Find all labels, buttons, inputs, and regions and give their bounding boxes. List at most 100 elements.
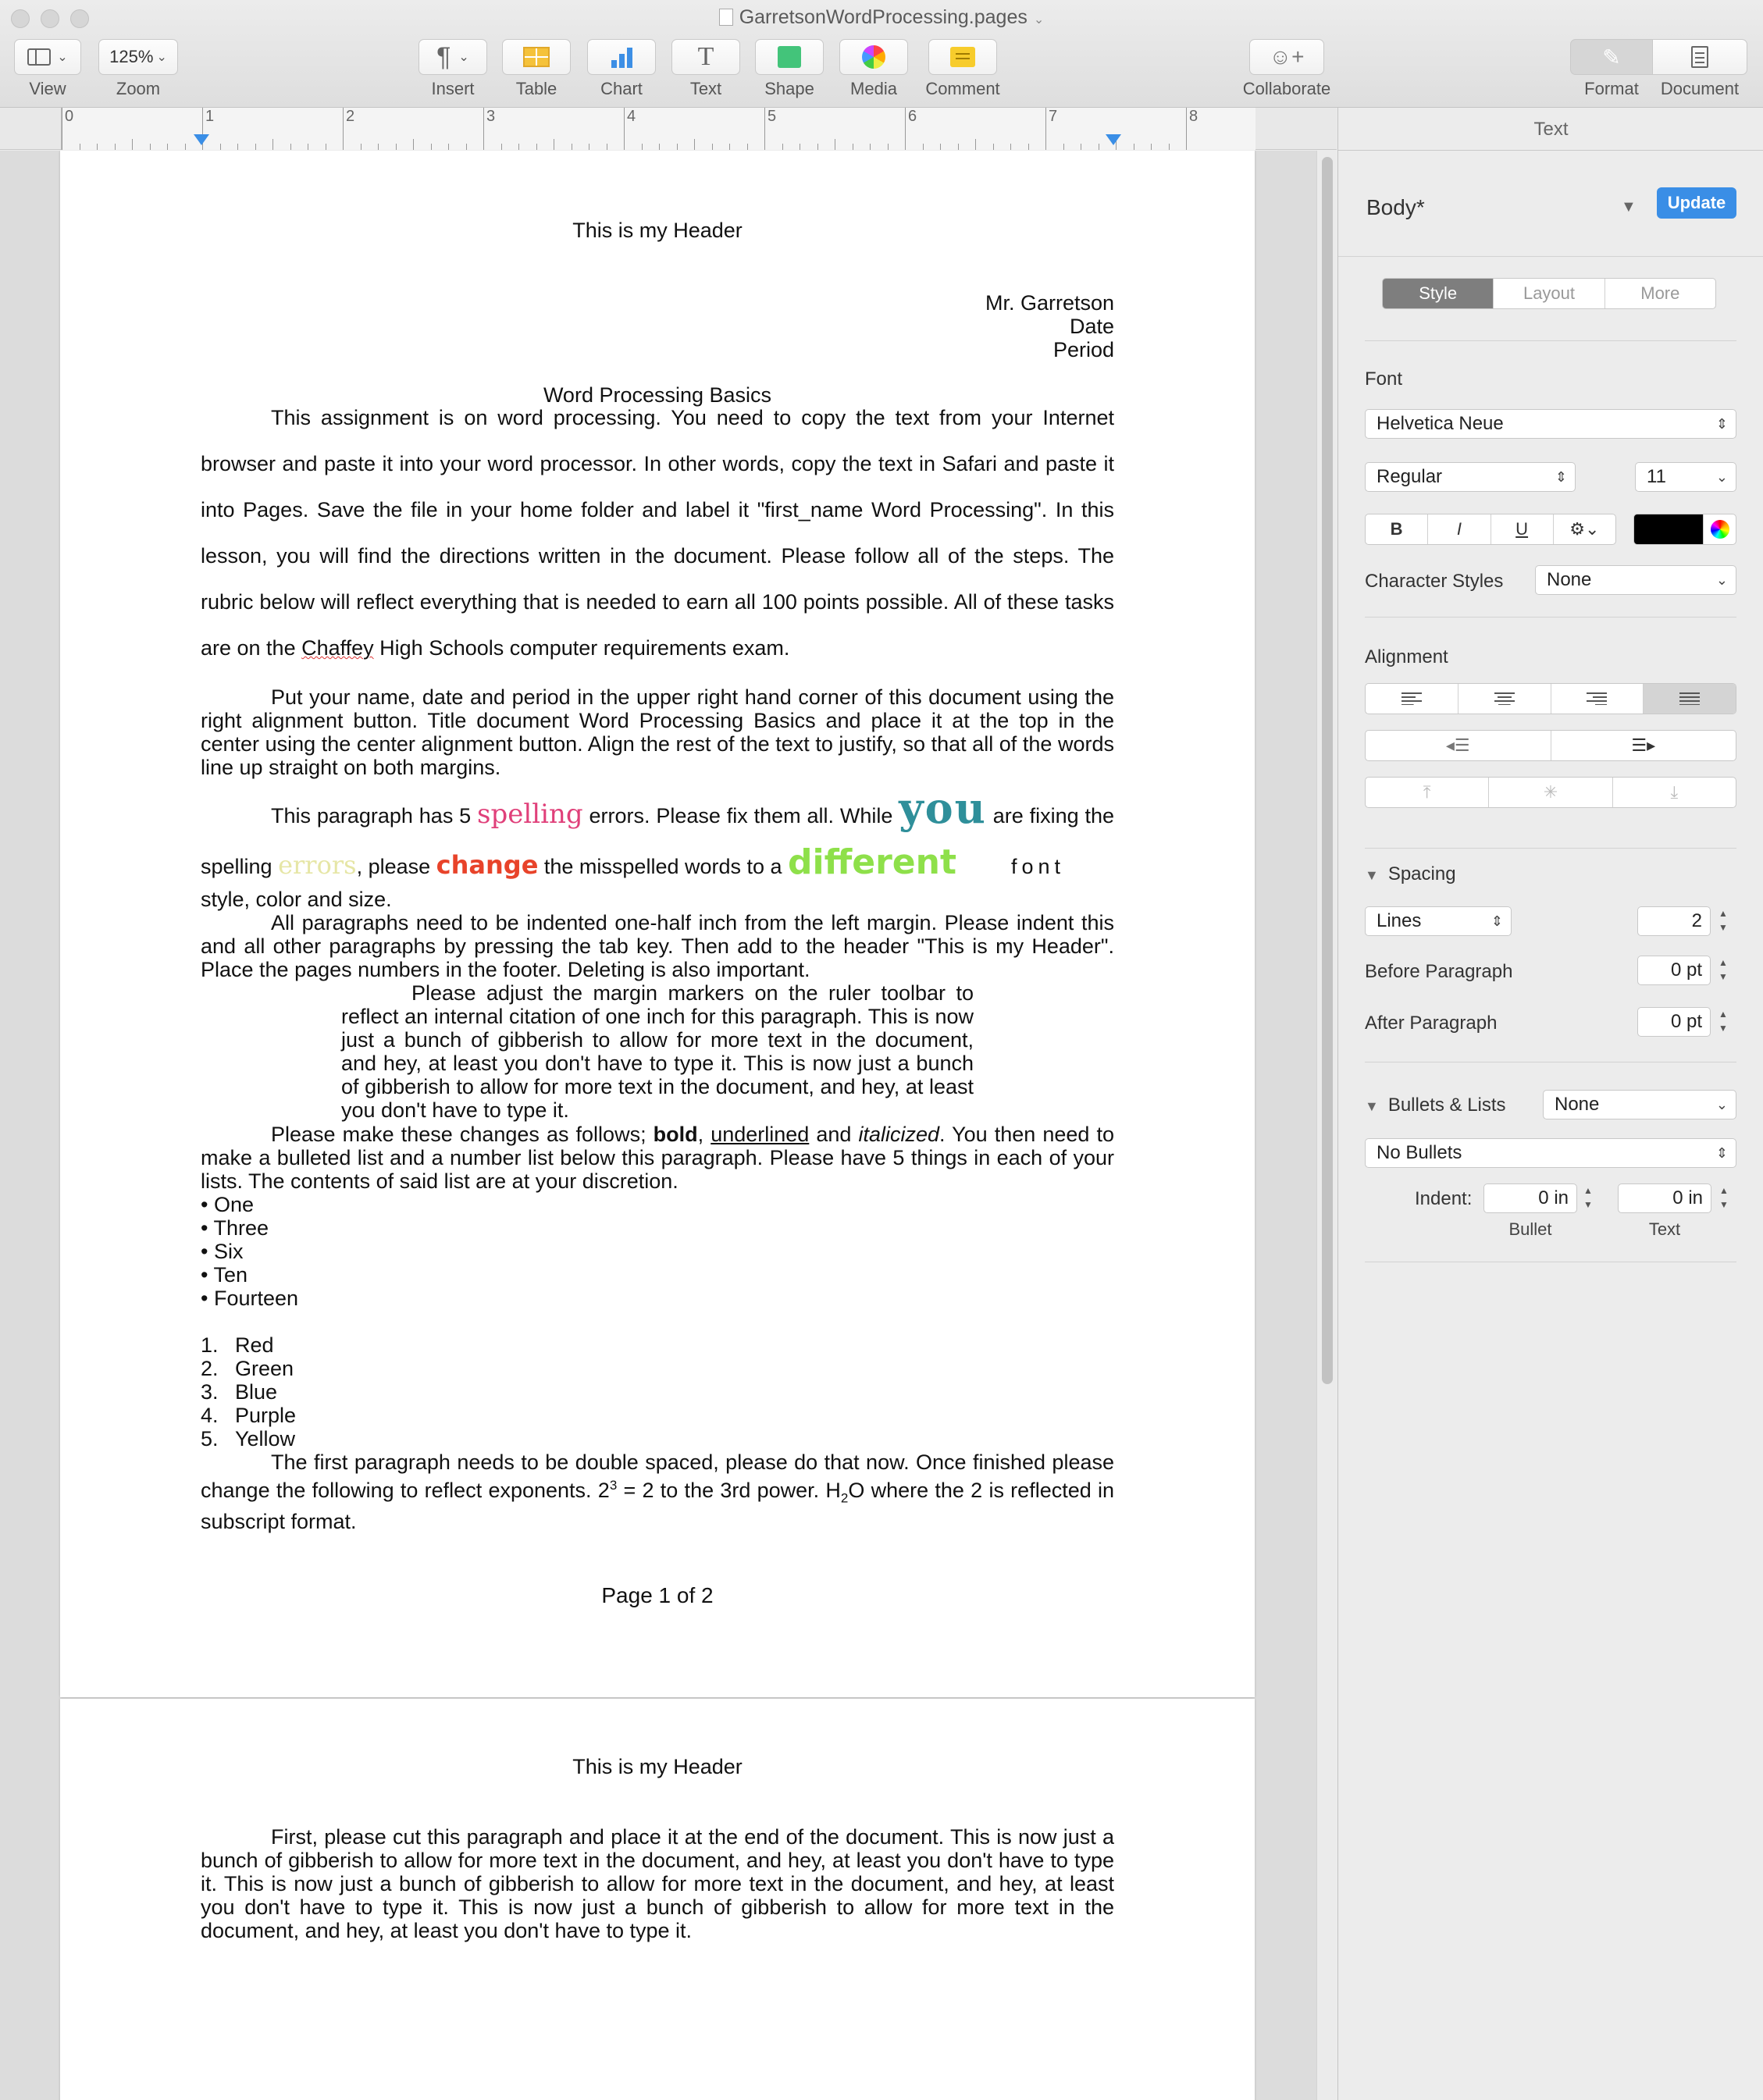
- paragraph-1[interactable]: This assignment is on word processing. Y…: [201, 395, 1114, 671]
- after-paragraph-stepper[interactable]: ▲ ▼: [1717, 1007, 1729, 1037]
- view-button[interactable]: ⌄: [14, 39, 81, 75]
- font-family-select[interactable]: Helvetica Neue ⇕: [1365, 409, 1736, 439]
- document-canvas[interactable]: This is my Header Mr. Garretson Date Per…: [0, 151, 1337, 2100]
- scrollbar-thumb[interactable]: [1322, 157, 1333, 1384]
- text-box-button[interactable]: T: [671, 39, 740, 75]
- list-item[interactable]: 4. Purple: [201, 1404, 1114, 1427]
- table-button[interactable]: [502, 39, 571, 75]
- list-item[interactable]: 3. Blue: [201, 1380, 1114, 1404]
- paragraph-style-name[interactable]: Body*: [1366, 195, 1425, 220]
- format-button[interactable]: ✎: [1570, 39, 1653, 75]
- spacing-section-toggle[interactable]: ▼ Spacing: [1365, 863, 1456, 885]
- line-spacing-field[interactable]: 2: [1637, 906, 1711, 936]
- document-icon: [718, 9, 733, 26]
- author-block[interactable]: Mr. Garretson Date Period: [201, 291, 1114, 361]
- list-item[interactable]: • Three: [201, 1216, 1114, 1240]
- ruler-tick: [817, 144, 818, 150]
- increase-indent-button[interactable]: ☰▸: [1551, 731, 1736, 760]
- bullets-lists-section-toggle[interactable]: ▼ Bullets & Lists: [1365, 1094, 1506, 1116]
- align-bottom-button[interactable]: ⤓: [1613, 778, 1736, 807]
- vertical-scrollbar[interactable]: [1316, 151, 1337, 2100]
- update-style-button[interactable]: Update: [1657, 187, 1736, 219]
- before-paragraph-stepper[interactable]: ▲ ▼: [1717, 956, 1729, 985]
- tab-style[interactable]: Style: [1383, 279, 1494, 308]
- paragraph-6[interactable]: Please make these changes as follows; bo…: [201, 1123, 1114, 1193]
- list-style-select[interactable]: None ⌄: [1543, 1090, 1736, 1119]
- text-indent-stepper[interactable]: ▲ ▼: [1718, 1183, 1730, 1213]
- paragraph-2[interactable]: Put your name, date and period in the up…: [201, 685, 1114, 779]
- list-item[interactable]: 1. Red: [201, 1333, 1114, 1357]
- right-indent-marker[interactable]: [1106, 134, 1121, 145]
- paragraph-3-end[interactable]: style, color and size.: [201, 888, 1114, 911]
- ruler-tick: [378, 144, 379, 150]
- decrease-indent-button[interactable]: ◂☰: [1366, 731, 1551, 760]
- align-right-button[interactable]: [1551, 684, 1644, 714]
- alignment-label: Alignment: [1365, 646, 1448, 667]
- ruler-tick: [940, 144, 941, 150]
- list-item[interactable]: • One: [201, 1193, 1114, 1216]
- character-styles-select[interactable]: None ⌄: [1535, 565, 1736, 595]
- insert-button[interactable]: ¶ ⌄: [418, 39, 487, 75]
- chevron-down-icon[interactable]: ⌄: [1034, 13, 1044, 27]
- ruler-tick: [465, 144, 467, 150]
- line-spacing-stepper[interactable]: ▲ ▼: [1717, 906, 1729, 936]
- numbered-list[interactable]: 1. Red 2. Green 3. Blue 4. Purple 5. Yellow: [201, 1333, 1114, 1450]
- list-item[interactable]: • Six: [201, 1240, 1114, 1263]
- page-2[interactable]: This is my Header First, please cut this…: [60, 1699, 1255, 2100]
- text-color-well[interactable]: [1633, 514, 1704, 545]
- misspelled-word[interactable]: Chaffey: [301, 636, 374, 660]
- before-paragraph-field[interactable]: 0 pt: [1637, 956, 1711, 985]
- text-label: Text: [689, 79, 722, 98]
- paragraph-7[interactable]: The first paragraph needs to be double s…: [201, 1450, 1114, 1533]
- align-center-icon: [1494, 692, 1515, 705]
- paragraph-4[interactable]: All paragraphs need to be indented one-h…: [201, 911, 1114, 981]
- ruler-tick: [1168, 144, 1170, 150]
- page-footer[interactable]: Page 1 of 2: [201, 1584, 1114, 1607]
- chart-button[interactable]: [587, 39, 656, 75]
- shape-button[interactable]: [755, 39, 824, 75]
- left-indent-marker[interactable]: [194, 134, 209, 145]
- add-person-icon: ☺+: [1269, 44, 1305, 69]
- gear-icon[interactable]: ⚙⌄: [1554, 514, 1615, 544]
- after-paragraph-field[interactable]: 0 pt: [1637, 1007, 1711, 1037]
- page-header[interactable]: This is my Header: [201, 219, 1114, 242]
- tab-layout[interactable]: Layout: [1494, 279, 1605, 308]
- paragraph-5-block-quote[interactable]: Please adjust the margin markers on the …: [341, 981, 974, 1122]
- bold-button[interactable]: B: [1366, 514, 1429, 544]
- list-item[interactable]: • Fourteen: [201, 1287, 1114, 1310]
- bullet-indent-stepper[interactable]: ▲ ▼: [1582, 1183, 1594, 1213]
- comment-button[interactable]: [928, 39, 997, 75]
- list-item[interactable]: 5. Yellow: [201, 1427, 1114, 1450]
- ruler-tick: [1063, 144, 1064, 150]
- paragraph-3[interactable]: This paragraph has 5 spelling errors. Pl…: [201, 785, 1114, 890]
- ruler[interactable]: 0 1 2 3 4 5 6 7 8: [0, 108, 1337, 150]
- list-item[interactable]: 2. Green: [201, 1357, 1114, 1380]
- font-size-combo[interactable]: 11 ⌄: [1635, 462, 1736, 492]
- document-button[interactable]: [1652, 39, 1747, 75]
- zoom-select[interactable]: 125% ⌄: [98, 39, 178, 75]
- align-left-button[interactable]: [1366, 684, 1458, 714]
- disclosure-triangle-icon[interactable]: ▼: [1621, 198, 1637, 216]
- page-2-paragraph-1[interactable]: First, please cut this paragraph and pla…: [201, 1825, 1114, 1942]
- collaborate-button[interactable]: ☺+: [1249, 39, 1324, 75]
- ruler-scale[interactable]: 0 1 2 3 4 5 6 7 8: [61, 108, 1255, 150]
- page-1[interactable]: This is my Header Mr. Garretson Date Per…: [60, 151, 1255, 1697]
- page-header[interactable]: This is my Header: [201, 1755, 1114, 1778]
- align-center-button[interactable]: [1458, 684, 1551, 714]
- bulleted-list[interactable]: • One • Three • Six • Ten • Fourteen: [201, 1193, 1114, 1310]
- justify-button[interactable]: [1644, 684, 1736, 714]
- media-button[interactable]: [839, 39, 908, 75]
- underline-button[interactable]: U: [1491, 514, 1554, 544]
- line-spacing-select[interactable]: Lines ⇕: [1365, 906, 1512, 936]
- italic-button[interactable]: I: [1428, 514, 1491, 544]
- window-title: GarretsonWordProcessing.pages ⌄: [0, 6, 1763, 29]
- align-top-button[interactable]: ⤒: [1366, 778, 1490, 807]
- text-indent-field[interactable]: 0 in: [1618, 1183, 1711, 1213]
- bullet-indent-field[interactable]: 0 in: [1483, 1183, 1577, 1213]
- color-wheel-button[interactable]: [1703, 514, 1736, 545]
- align-middle-button[interactable]: ✳: [1489, 778, 1613, 807]
- font-weight-select[interactable]: Regular ⇕: [1365, 462, 1576, 492]
- tab-more[interactable]: More: [1605, 279, 1715, 308]
- bullet-type-select[interactable]: No Bullets ⇕: [1365, 1138, 1736, 1168]
- list-item[interactable]: • Ten: [201, 1263, 1114, 1287]
